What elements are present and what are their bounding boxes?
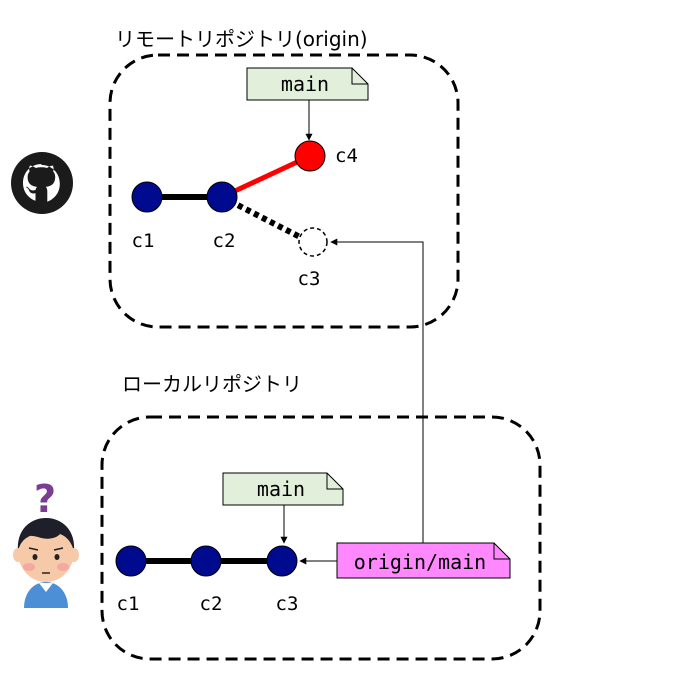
remote-repo-title: リモートリポジトリ(origin) xyxy=(115,27,368,51)
origin-main-tag: origin/main xyxy=(336,542,511,579)
remote-commit-label-c1: c1 xyxy=(132,230,155,252)
origin-main-remote-pointer xyxy=(330,238,424,543)
local-main-label: main xyxy=(257,477,305,501)
confused-user-icon xyxy=(13,518,79,608)
local-commit-label-c1: c1 xyxy=(117,593,140,615)
local-commit-label-c3: c3 xyxy=(276,593,299,615)
local-repo-box xyxy=(100,415,542,661)
question-mark-icon: ? xyxy=(34,477,56,521)
remote-main-label: main xyxy=(281,72,329,96)
remote-commit-c1 xyxy=(131,181,163,213)
remote-commit-c4 xyxy=(294,140,326,172)
remote-commit-label-c4: c4 xyxy=(335,145,358,167)
origin-main-label: origin/main xyxy=(354,550,486,574)
github-logo-icon xyxy=(11,152,73,214)
local-repo-title: ローカルリポジトリ xyxy=(122,372,302,396)
local-main-tag: main xyxy=(222,472,344,506)
remote-commit-c3-ghost xyxy=(298,227,328,257)
local-commit-c2 xyxy=(190,545,222,577)
remote-commit-c2 xyxy=(206,181,238,213)
remote-main-tag: main xyxy=(246,67,369,101)
local-commit-label-c2: c2 xyxy=(200,593,223,615)
remote-commit-label-c2: c2 xyxy=(213,230,236,252)
remote-commit-label-c3: c3 xyxy=(298,268,321,290)
git-diagram: リモートリポジトリ(origin) main c1 c2 c3 c4 ローカルリ… xyxy=(11,27,542,661)
local-commit-c3 xyxy=(266,545,298,577)
local-commit-c1 xyxy=(115,545,147,577)
svg-text:?: ? xyxy=(34,477,56,521)
